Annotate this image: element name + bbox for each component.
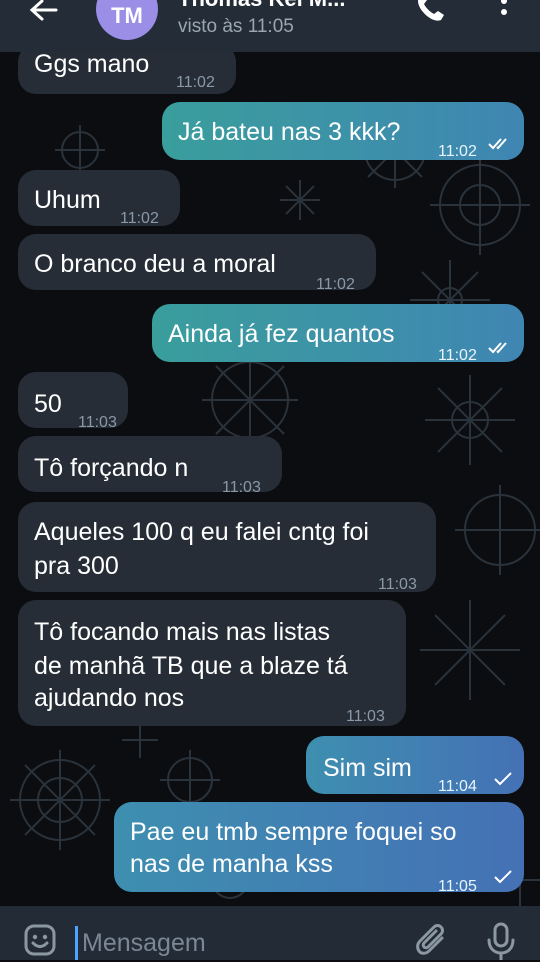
message-time: 11:02 (120, 210, 159, 227)
double-check-icon (488, 342, 507, 354)
message-incoming[interactable]: Tô forçando n 11:03 (18, 436, 282, 496)
back-arrow-icon[interactable] (28, 0, 58, 26)
message-outgoing[interactable]: Pae eu tmb sempre foquei so nas de manha… (114, 802, 524, 895)
last-seen-status: visto às 11:05 (178, 16, 294, 37)
message-outgoing[interactable]: Sim sim 11:04 (306, 736, 524, 795)
message-time: 11:03 (222, 479, 261, 496)
message-outgoing[interactable]: Ainda já fez quantos 11:02 (152, 304, 524, 364)
message-text-line: Tô focando mais nas listas (34, 618, 330, 646)
message-time: 11:05 (438, 878, 477, 895)
message-incoming[interactable]: Tô focando mais nas listas de manhã TB q… (18, 600, 406, 726)
text-cursor (75, 926, 78, 960)
message-time: 11:02 (176, 74, 215, 91)
message-time: 11:02 (438, 143, 477, 160)
message-incoming[interactable]: Uhum 11:02 (18, 170, 180, 227)
message-incoming[interactable]: Aqueles 100 q eu falei cntg foi pra 300 … (18, 502, 436, 593)
message-incoming[interactable]: O branco deu a moral 11:02 (18, 234, 376, 293)
message-text-line: pra 300 (34, 552, 119, 580)
check-icon (494, 772, 512, 786)
attach-icon[interactable] (414, 924, 450, 960)
double-check-icon (488, 138, 507, 150)
message-text: Sim sim (323, 754, 412, 782)
message-text-line: ajudando nos (34, 684, 185, 712)
message-input[interactable] (80, 924, 404, 962)
message-time: 11:03 (78, 414, 117, 431)
avatar[interactable]: TM (96, 0, 158, 40)
more-vertical-icon[interactable] (494, 0, 514, 28)
message-text-line: nas de manha kss (130, 850, 333, 878)
microphone-icon[interactable] (486, 922, 516, 960)
message-text: Ainda já fez quantos (168, 320, 395, 348)
message-text-line: Pae eu tmb sempre foquei so (130, 818, 457, 846)
message-text: 50 (34, 390, 62, 418)
phone-icon[interactable] (414, 0, 448, 26)
message-incoming[interactable]: 50 11:03 (18, 372, 128, 431)
message-text: Ggs mano (34, 50, 150, 78)
message-outgoing[interactable]: Já bateu nas 3 kkk? 11:02 (162, 102, 524, 160)
check-icon (494, 870, 512, 884)
message-text-line: de manhã TB que a blaze tá (34, 652, 348, 680)
message-text-line: Aqueles 100 q eu falei cntg foi (34, 518, 369, 546)
message-time: 11:04 (438, 778, 477, 795)
emoji-icon[interactable] (24, 924, 56, 956)
contact-name[interactable]: Thomas Kel M... (178, 0, 345, 12)
chat-header: TM Thomas Kel M... visto às 11:05 (0, 0, 540, 52)
message-time: 11:02 (438, 347, 477, 364)
message-text: Tô forçando n (34, 454, 189, 482)
message-time: 11:03 (378, 576, 417, 593)
message-text: Uhum (34, 186, 101, 214)
message-time: 11:02 (316, 276, 355, 293)
message-text: O branco deu a moral (34, 250, 276, 278)
message-text: Já bateu nas 3 kkk? (178, 118, 401, 146)
message-time: 11:03 (346, 708, 385, 725)
message-composer (0, 906, 540, 962)
